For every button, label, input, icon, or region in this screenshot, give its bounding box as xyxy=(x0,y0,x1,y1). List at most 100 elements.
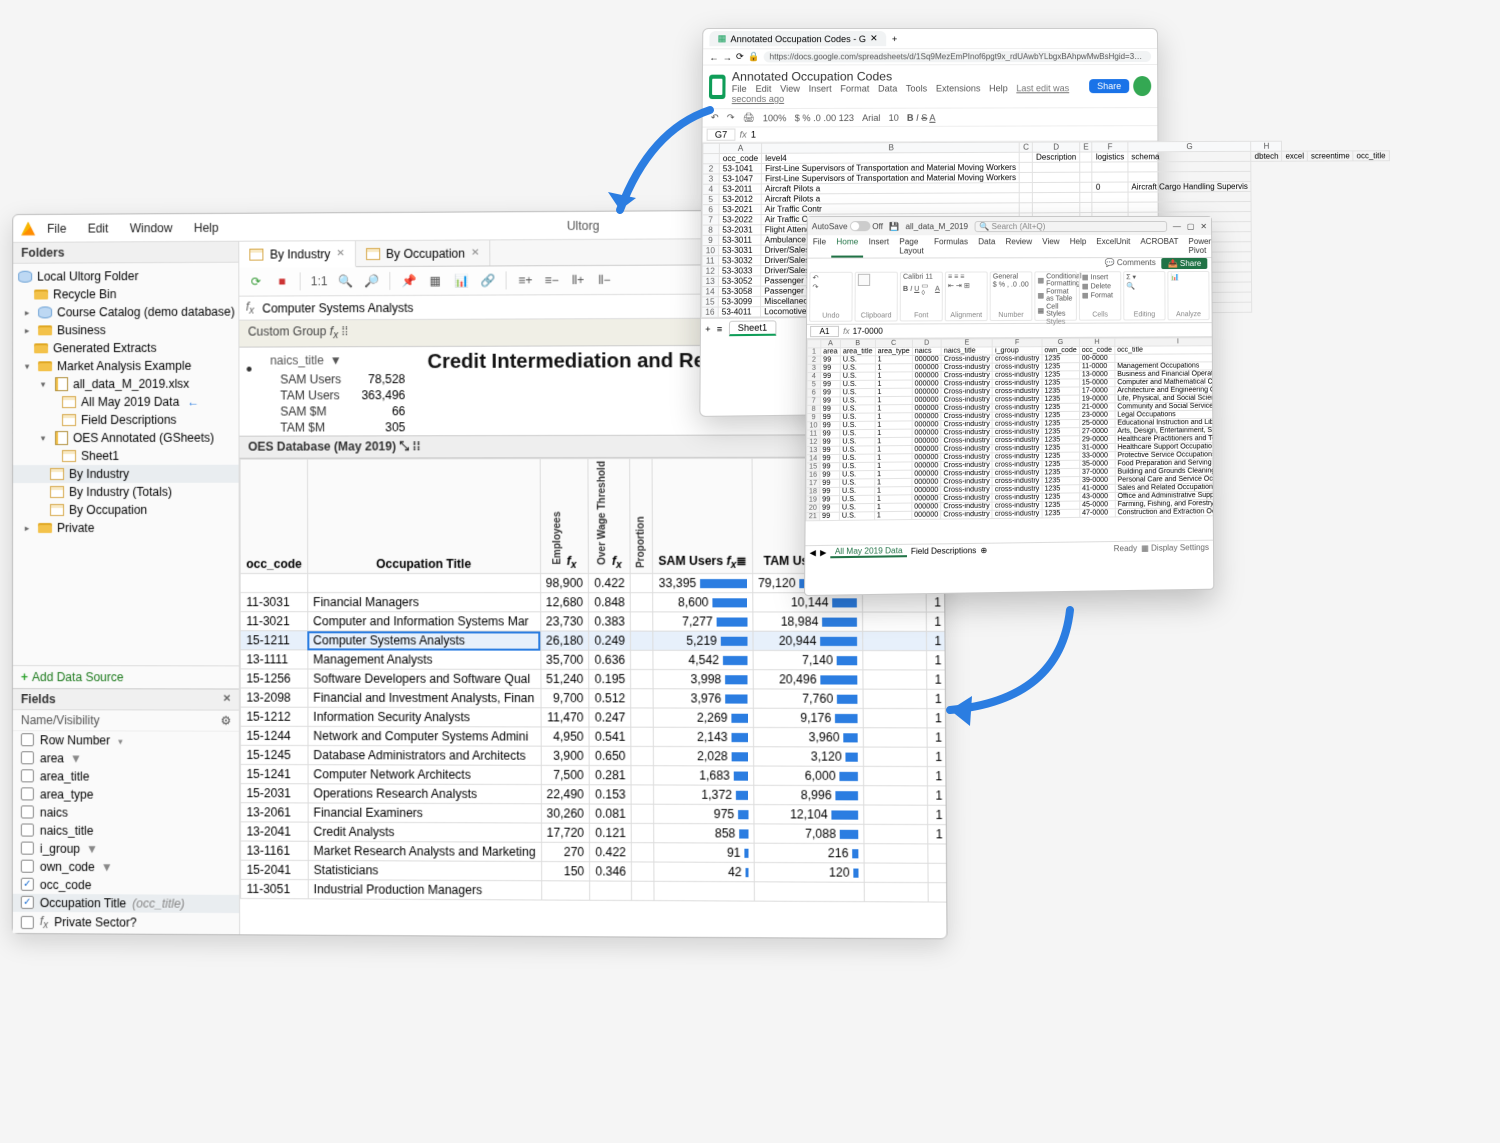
search-input[interactable]: 🔍 Search (Alt+Q) xyxy=(974,220,1167,231)
tree-by-industry-totals[interactable]: By Industry (Totals) xyxy=(13,483,239,501)
checkbox[interactable] xyxy=(21,733,34,746)
col-delete-button[interactable]: ⫴− xyxy=(594,270,614,290)
col-header[interactable]: H xyxy=(1251,141,1282,151)
table-mode-button[interactable]: ▦ xyxy=(425,271,445,291)
menu-extensions[interactable]: Extensions xyxy=(936,83,981,93)
field-row[interactable]: ✓occ_code xyxy=(13,875,240,894)
table-row[interactable]: 11-3051Industrial Production Managers xyxy=(241,879,947,902)
checkbox[interactable] xyxy=(21,842,34,855)
table-row[interactable]: 15-1256Software Developers and Software … xyxy=(241,669,947,690)
tree-allmay[interactable]: All May 2019 Data ← xyxy=(13,393,239,412)
font-size[interactable]: 11 xyxy=(925,274,932,281)
menu-format[interactable]: Format xyxy=(840,84,869,94)
save-button[interactable]: 💾 xyxy=(889,222,899,231)
name-box[interactable]: A1 xyxy=(810,326,839,337)
col-employees[interactable]: Employees fx xyxy=(540,458,589,573)
checkbox[interactable]: ✓ xyxy=(21,878,34,891)
col-sam-users[interactable]: SAM Users fx≣ xyxy=(652,458,752,574)
tree-generated[interactable]: Generated Extracts xyxy=(13,339,239,358)
sheet-tab[interactable]: Sheet1 xyxy=(728,320,776,336)
col-over-wage[interactable]: Over Wage Threshold fx xyxy=(588,458,630,573)
font-select[interactable]: Arial xyxy=(860,111,882,123)
menu-help[interactable]: Help xyxy=(194,220,219,234)
col-header[interactable]: H xyxy=(1079,338,1114,346)
checkbox[interactable] xyxy=(21,824,34,837)
table-row[interactable]: 13-1111Management Analysts35,7000.6364,5… xyxy=(241,650,947,670)
cond-format-button[interactable]: ▦ Conditional Formatting xyxy=(1037,273,1073,287)
zoom-select[interactable]: 100% xyxy=(761,112,789,124)
sheet-tab[interactable]: Field Descriptions xyxy=(911,546,977,556)
excel-grid[interactable]: ABCDEFGHIJKL1areaarea_titlearea_typenaic… xyxy=(805,337,1213,545)
caret-icon[interactable]: ▸ xyxy=(21,523,33,534)
col-occ-title[interactable]: Occupation Title xyxy=(307,458,540,573)
new-tab-button[interactable]: + xyxy=(892,34,897,44)
field-row[interactable]: fx Private Sector? xyxy=(13,911,240,934)
undo-button[interactable]: ↶ xyxy=(709,111,721,124)
new-sheet-button[interactable]: ⊕ xyxy=(980,546,987,555)
ribbon-tab[interactable]: ExcelUnit xyxy=(1091,235,1135,257)
filter-icon[interactable] xyxy=(116,733,123,747)
redo-button[interactable]: ↷ xyxy=(725,111,737,124)
col-header[interactable] xyxy=(807,340,820,348)
font-size[interactable]: 10 xyxy=(887,111,901,123)
close-icon[interactable]: ✕ xyxy=(471,247,480,258)
prev-sheet-button[interactable]: ◀ xyxy=(809,548,815,557)
tree-market-analysis[interactable]: ▾ Market Analysis Example xyxy=(13,357,239,376)
scale-1-1-button[interactable]: 1:1 xyxy=(309,271,329,291)
add-data-source-button[interactable]: + Add Data Source xyxy=(13,665,239,688)
tree-private[interactable]: ▸ Private xyxy=(13,519,239,537)
menu-edit[interactable]: Edit xyxy=(88,221,109,235)
col-header[interactable]: D xyxy=(1032,142,1079,152)
reload-button[interactable]: ⟳ xyxy=(736,51,744,62)
tab-by-industry[interactable]: By Industry ✕ xyxy=(240,241,356,268)
menu-file[interactable]: File xyxy=(47,221,66,235)
table-row[interactable]: 15-1244Network and Computer Systems Admi… xyxy=(241,726,947,747)
tab-by-occupation[interactable]: By Occupation ✕ xyxy=(356,240,491,266)
menu-file[interactable]: File xyxy=(732,84,747,94)
caret-icon[interactable]: ▾ xyxy=(37,433,49,444)
field-row[interactable]: own_code▼ xyxy=(13,857,240,876)
cell-styles-button[interactable]: ▦ Cell Styles xyxy=(1037,304,1073,318)
checkbox[interactable] xyxy=(21,769,34,782)
col-header[interactable] xyxy=(703,143,719,153)
col-header[interactable]: C xyxy=(875,339,912,347)
window-close-button[interactable]: ✕ xyxy=(1200,221,1207,230)
field-row[interactable]: naics xyxy=(13,803,240,822)
checkbox[interactable] xyxy=(21,916,34,929)
table-row[interactable]: 13-2098Financial and Investment Analysts… xyxy=(241,688,947,709)
tree-business[interactable]: ▸ Business xyxy=(13,321,239,340)
ribbon-tab[interactable]: Page Layout xyxy=(894,235,929,257)
format-button[interactable]: ▦ Format xyxy=(1082,291,1118,299)
col-header[interactable]: F xyxy=(1092,142,1128,152)
menu-view[interactable]: View xyxy=(780,84,800,94)
caret-icon[interactable]: ▸ xyxy=(21,307,33,318)
field-row[interactable]: area_type xyxy=(13,785,240,804)
tree-recycle[interactable]: Recycle Bin xyxy=(13,285,239,304)
all-sheets-button[interactable]: ≡ xyxy=(717,323,723,333)
close-icon[interactable]: ✕ xyxy=(223,694,231,705)
add-sheet-button[interactable]: + xyxy=(705,324,711,334)
menu-help[interactable]: Help xyxy=(989,83,1008,93)
menu-insert[interactable]: Insert xyxy=(809,84,832,94)
browser-tab[interactable]: ▦ Annotated Occupation Codes - G ✕ xyxy=(709,31,886,46)
tree-by-industry[interactable]: By Industry xyxy=(13,465,239,483)
col-header[interactable]: E xyxy=(941,339,992,347)
tree-alldata[interactable]: ▾ all_data_M_2019.xlsx xyxy=(13,375,239,394)
redo-button[interactable]: ↷ xyxy=(812,283,818,291)
window-max-button[interactable]: ▢ xyxy=(1187,221,1195,230)
menu-data[interactable]: Data xyxy=(878,83,897,93)
link-button[interactable]: 🔗 xyxy=(478,270,498,290)
caret-icon[interactable]: ▾ xyxy=(21,361,33,372)
format-table-button[interactable]: ▦ Format as Table xyxy=(1037,288,1073,302)
tree-sheet1[interactable]: Sheet1 xyxy=(13,447,239,465)
ribbon-tab[interactable]: Help xyxy=(1065,235,1092,257)
col-header[interactable]: B xyxy=(840,339,875,347)
zoom-in-button[interactable]: 🔍 xyxy=(335,271,355,291)
tree-fielddesc[interactable]: Field Descriptions xyxy=(13,411,239,430)
row-delete-button[interactable]: ≡− xyxy=(541,270,561,290)
table-row[interactable]: 11-3031Financial Managers12,6800.8488,60… xyxy=(241,593,947,613)
print-button[interactable]: 🖨 xyxy=(741,111,757,124)
col-header[interactable]: A xyxy=(821,340,841,348)
display-settings[interactable]: ▦ Display Settings xyxy=(1141,543,1209,553)
window-min-button[interactable]: — xyxy=(1173,221,1181,230)
